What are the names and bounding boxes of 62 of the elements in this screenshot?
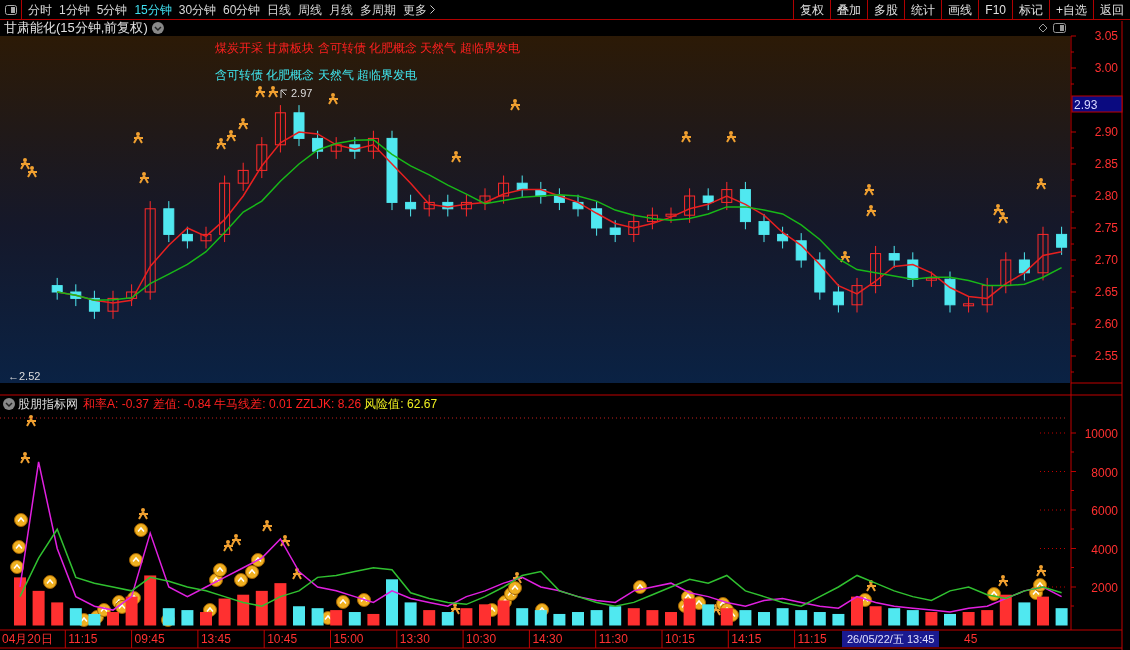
axis-label: 10000 [1084, 427, 1118, 441]
axis-label: 2.70 [1094, 253, 1118, 267]
concept-tags: 煤炭开采 甘肃板块 含可转债 化肥概念 天然气 超临界发电 [215, 41, 520, 55]
axis-label: 2.60 [1094, 317, 1118, 331]
axis-label: 3.00 [1094, 61, 1118, 75]
concept-tags: 含可转债 化肥概念 天然气 超临界发电 [215, 68, 417, 82]
time-label: 11:15 [797, 632, 827, 646]
axis-label: 6000 [1091, 504, 1118, 518]
high-price-label: 2.97 [291, 87, 313, 99]
period-tab[interactable]: 日线 [267, 0, 292, 19]
toolbar-button[interactable]: 叠加 [830, 0, 868, 19]
axis-label: 2.55 [1094, 349, 1118, 363]
period-tab[interactable]: 月线 [329, 0, 354, 19]
time-label: 14:15 [731, 632, 762, 646]
time-label: 09:45 [134, 632, 165, 646]
time-label: 04月20日 [2, 632, 53, 646]
period-tab[interactable]: 60分钟 [223, 0, 261, 19]
toolbar-button[interactable]: +自选 [1049, 0, 1093, 19]
period-tab[interactable]: 分时 [28, 0, 52, 19]
toolbar-button[interactable]: 标记 [1012, 0, 1049, 19]
indicator-reading: 风险值: 62.67 [364, 397, 438, 411]
toolbar-button[interactable]: F10 [978, 0, 1012, 19]
time-label: 13:45 [200, 632, 231, 646]
time-label: 11:30 [598, 632, 628, 646]
time-label: 10:15 [665, 632, 696, 646]
current-price: 2.93 [1074, 98, 1098, 112]
period-tab[interactable]: 周线 [298, 0, 323, 19]
period-tab[interactable]: 15分钟 [134, 0, 172, 19]
axis-label: 2.90 [1094, 125, 1118, 139]
toolbar-button[interactable]: 返回 [1093, 0, 1130, 19]
indicator-reading: 牛马线差: 0.01 [214, 397, 293, 411]
axis-label: 2.85 [1094, 157, 1118, 171]
time-label: 15:00 [333, 632, 364, 646]
axis-label: 2.75 [1094, 221, 1118, 235]
toolbar-button[interactable]: 复权 [793, 0, 831, 19]
stock-title: 甘肃能化(15分钟,前复权) [4, 20, 148, 35]
indicator-reading: 和率A: -0.37 [83, 397, 150, 411]
axis-label: 2.80 [1094, 189, 1118, 203]
period-tab[interactable]: 5分钟 [96, 0, 128, 19]
time-label: 11:15 [68, 632, 98, 646]
cursor-time: 26/05/22/五 13:45 [842, 631, 940, 647]
time-label: 10:30 [466, 632, 497, 646]
axis-label: 3.05 [1094, 29, 1118, 43]
time-label: 45 [964, 632, 978, 646]
period-tab[interactable]: 更多 [403, 0, 436, 19]
axis-label: 8000 [1091, 465, 1118, 480]
time-label: 14:30 [532, 632, 563, 646]
axis-label: 2.65 [1094, 285, 1118, 299]
indicator-reading: ZZLJK: 8.26 [295, 397, 362, 411]
toolbar-button[interactable]: 多股 [867, 0, 905, 19]
low-price-label: ←2.52 [8, 370, 41, 382]
toolbar-button[interactable]: 统计 [904, 0, 942, 19]
axis-label: 2000 [1091, 581, 1118, 595]
axis-label: 4000 [1091, 542, 1118, 557]
period-tab[interactable]: 1分钟 [59, 0, 90, 19]
toolbar-button[interactable]: 画线 [941, 0, 979, 19]
time-label: 13:30 [399, 632, 430, 646]
period-tab[interactable]: 30分钟 [178, 0, 217, 19]
indicator-name: 股朋指标网 [18, 397, 78, 411]
time-label: 10:45 [267, 632, 298, 646]
indicator-reading: 差值: -0.84 [153, 397, 212, 411]
period-tab[interactable]: 多周期 [360, 0, 397, 19]
